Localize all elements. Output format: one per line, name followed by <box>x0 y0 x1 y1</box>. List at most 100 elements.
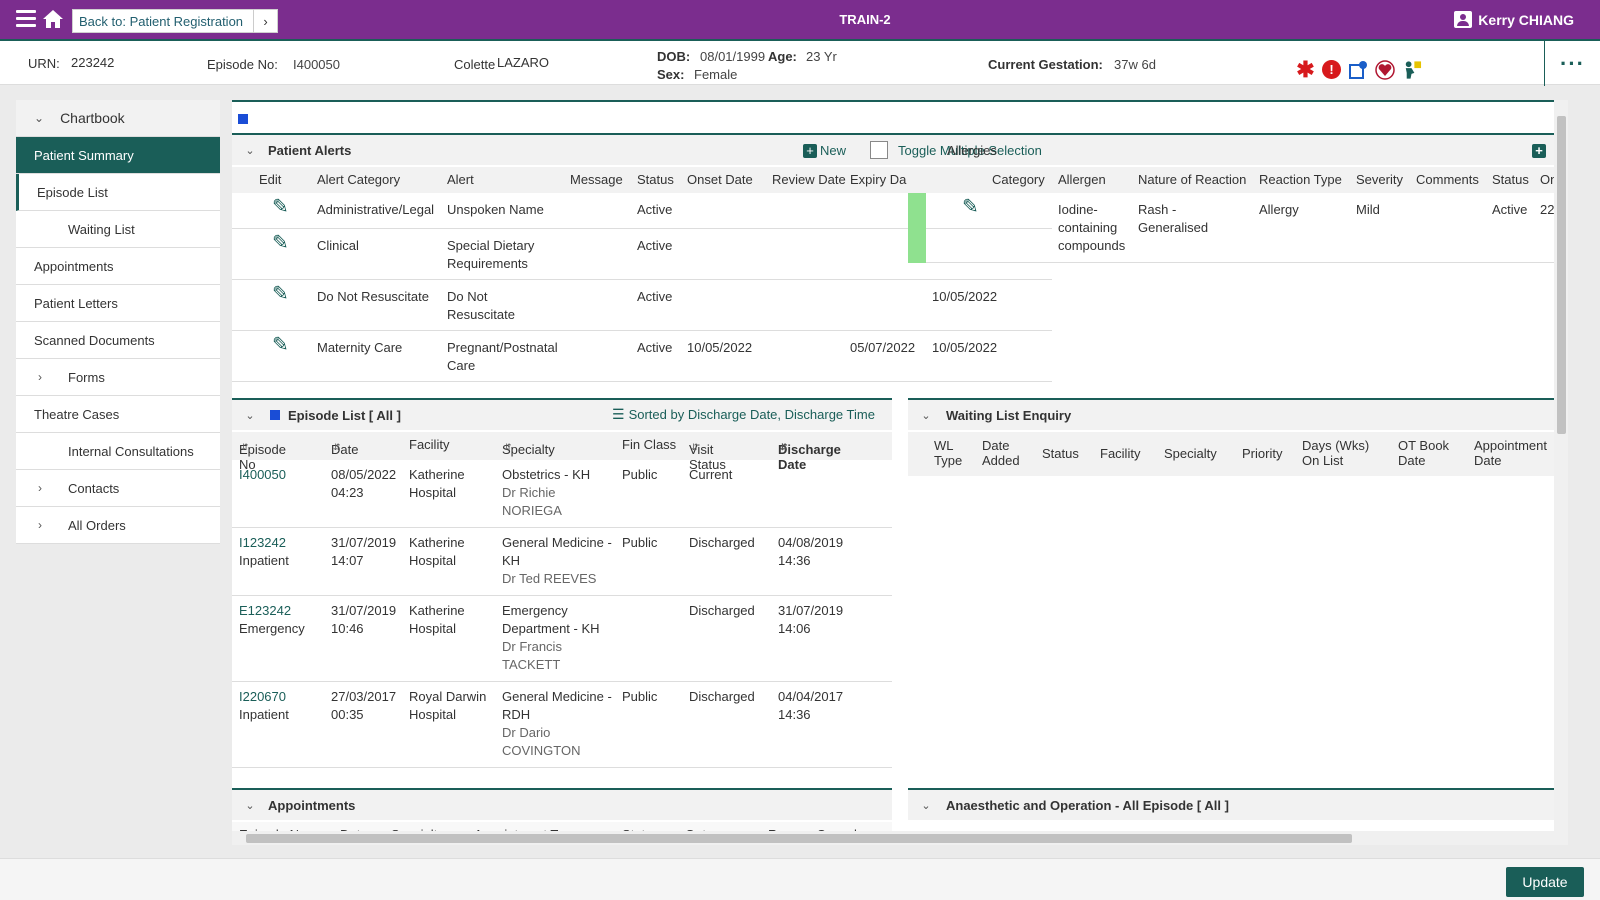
pregnancy-icon[interactable] <box>1401 59 1422 80</box>
column-header-alert[interactable]: Alert <box>447 172 474 187</box>
sex-label: Sex: <box>657 67 685 82</box>
column-header-review-date[interactable]: Review Date <box>772 172 846 187</box>
sidebar-item-forms[interactable]: › Forms <box>16 359 220 396</box>
sidebar-item-episode-list[interactable]: Episode List <box>16 174 220 211</box>
edit-pencil-icon[interactable]: ✎ <box>272 335 289 355</box>
edit-pencil-icon[interactable]: ✎ <box>272 233 289 253</box>
table-row[interactable]: I220670 Inpatient 27/03/2017 00:35 Royal… <box>232 682 892 768</box>
column-header-date-added[interactable]: Date Added <box>982 438 1028 468</box>
sidebar-item-all-orders[interactable]: › All Orders <box>16 507 220 544</box>
add-allergy-plus-icon[interactable]: + <box>1532 144 1546 158</box>
episode-discharge-date: 04/08/2019 <box>778 535 844 550</box>
update-button[interactable]: Update <box>1506 867 1584 897</box>
more-options-button[interactable]: ··· <box>1544 41 1600 86</box>
column-header-status[interactable]: Status <box>1042 446 1079 461</box>
plus-icon: + <box>803 143 817 158</box>
sidebar-item-patient-summary[interactable]: Patient Summary <box>16 137 220 174</box>
episode-time: 00:35 <box>331 707 364 722</box>
table-row[interactable]: ✎ Do Not Resuscitate Do Not Resuscitate … <box>232 280 1052 331</box>
vertical-scrollbar[interactable] <box>1554 100 1568 845</box>
chevron-down-icon[interactable]: ⌄ <box>238 409 262 422</box>
table-row[interactable]: I123242 Inpatient 31/07/2019 14:07 Kathe… <box>232 528 892 596</box>
column-header-category[interactable]: Category <box>992 172 1045 187</box>
episode-visit-status: Discharged <box>689 535 755 550</box>
edit-pencil-icon[interactable]: ✎ <box>272 284 289 304</box>
sort-indicator[interactable]: ☰ Sorted by Discharge Date, Discharge Ti… <box>612 406 875 423</box>
table-row[interactable]: I400050 08/05/2022 04:23 Katherine Hospi… <box>232 460 892 528</box>
sort-icon: ⇵ <box>780 442 788 452</box>
scrollbar-thumb[interactable] <box>246 834 1352 843</box>
edit-pencil-icon[interactable]: ✎ <box>272 197 289 217</box>
sidebar-item-internal-consultations[interactable]: Internal Consultations <box>16 433 220 470</box>
sidebar-header-chartbook[interactable]: ⌄ Chartbook <box>16 100 220 137</box>
column-header-edit: Edit <box>259 172 282 187</box>
column-header-wl-type[interactable]: WL Type <box>934 438 974 468</box>
column-header-alert-category[interactable]: Alert Category <box>317 172 400 187</box>
horizontal-scrollbar[interactable] <box>232 831 1554 845</box>
column-header-facility[interactable]: Facility <box>409 437 449 452</box>
column-header-expiry-date[interactable]: Expiry Da <box>850 172 906 187</box>
medical-star-icon[interactable]: ✱ <box>1295 57 1316 82</box>
patient-banner: URN: 223242 Episode No: I400050 Colette … <box>0 39 1600 86</box>
new-alert-button[interactable]: + New <box>803 143 846 158</box>
column-header-nature-of-reaction[interactable]: Nature of Reaction <box>1138 172 1246 187</box>
episode-discharge-time: 14:36 <box>778 707 811 722</box>
chevron-down-icon[interactable]: ⌄ <box>914 409 938 422</box>
alert-category: Clinical <box>317 238 359 253</box>
dob-label: DOB: <box>657 49 691 64</box>
sidebar-item-contacts[interactable]: › Contacts <box>16 470 220 507</box>
sidebar-item-scanned-documents[interactable]: Scanned Documents <box>16 322 220 359</box>
chevron-down-icon[interactable]: ⌄ <box>238 799 262 812</box>
column-header-severity[interactable]: Severity <box>1356 172 1403 187</box>
column-header-onset-date[interactable]: Onset Date <box>687 172 753 187</box>
column-header-appointment-date[interactable]: Appointment Date <box>1474 438 1554 468</box>
column-header-comments[interactable]: Comments <box>1416 172 1479 187</box>
toggle-multiple-selection-checkbox[interactable] <box>870 141 888 159</box>
chevron-down-icon[interactable]: ⌄ <box>914 799 938 812</box>
column-header-allergen[interactable]: Allergen <box>1058 172 1106 187</box>
episode-link[interactable]: E123242 <box>239 602 291 620</box>
alert-expiry-date: 10/05/2022 <box>932 289 998 304</box>
sort-list-icon: ☰ <box>612 406 625 422</box>
column-header-ot-book-date[interactable]: OT Book Date <box>1398 438 1458 468</box>
column-header-allergy-status[interactable]: Status <box>1492 172 1529 187</box>
column-header-facility[interactable]: Facility <box>1100 446 1140 461</box>
alert-category: Administrative/Legal <box>317 202 435 217</box>
episode-link[interactable]: I220670 <box>239 688 286 706</box>
column-header-fin-class[interactable]: Fin Class <box>622 437 676 452</box>
sidebar-item-label: Episode List <box>37 184 108 200</box>
alert-exclamation-icon[interactable]: ! <box>1322 60 1341 79</box>
column-header-days-on-list[interactable]: Days (Wks) On List <box>1302 438 1382 468</box>
chevron-down-icon: ⌄ <box>34 111 45 125</box>
allergy-table-row[interactable]: ✎ Iodine-containing compounds Rash - Gen… <box>926 193 1565 263</box>
chartbook-sidebar: ⌄ Chartbook Patient Summary Episode List… <box>16 100 220 544</box>
user-menu[interactable]: Kerry CHIANG <box>1454 11 1574 28</box>
scrollbar-thumb[interactable] <box>1557 116 1566 434</box>
table-row[interactable]: ✎ Maternity Care Pregnant/Postnatal Care… <box>232 331 1052 382</box>
episode-discharge-time: 14:06 <box>778 621 811 636</box>
sidebar-item-label: Forms <box>68 369 105 385</box>
sidebar-item-waiting-list[interactable]: Waiting List <box>16 211 220 248</box>
chevron-down-icon[interactable]: ⌄ <box>238 144 262 157</box>
column-header-priority[interactable]: Priority <box>1242 446 1282 461</box>
episode-discharge-time: 14:36 <box>778 553 811 568</box>
episode-value: I400050 <box>293 57 340 72</box>
sort-icon: ⇵ <box>241 442 249 452</box>
sidebar-item-appointments[interactable]: Appointments <box>16 248 220 285</box>
heart-alert-icon[interactable] <box>1374 59 1395 80</box>
gestation-value: 37w 6d <box>1114 57 1156 72</box>
episode-discharge-date: 04/04/2017 <box>778 689 844 704</box>
sidebar-item-patient-letters[interactable]: Patient Letters <box>16 285 220 322</box>
table-row[interactable]: E123242 Emergency 31/07/2019 10:46 Kathe… <box>232 596 892 682</box>
notification-badge-icon[interactable] <box>1347 59 1368 80</box>
episode-link[interactable]: I123242 <box>239 534 286 552</box>
sort-icon: ⇵ <box>504 442 512 452</box>
edit-pencil-icon[interactable]: ✎ <box>962 197 979 217</box>
column-header-specialty[interactable]: Specialty <box>1164 446 1217 461</box>
column-header-message[interactable]: Message <box>570 172 623 187</box>
urn-label: URN: <box>28 56 60 71</box>
column-header-status[interactable]: Status <box>637 172 674 187</box>
episode-link[interactable]: I400050 <box>239 466 286 484</box>
sidebar-item-theatre-cases[interactable]: Theatre Cases <box>16 396 220 433</box>
column-header-reaction-type[interactable]: Reaction Type <box>1259 172 1342 187</box>
